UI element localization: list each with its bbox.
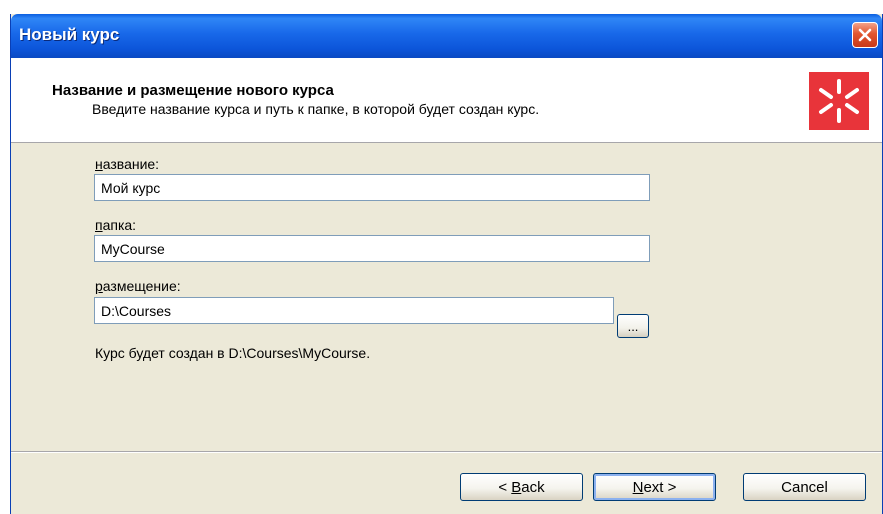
cancel-button[interactable]: Cancel (743, 473, 866, 501)
browse-button[interactable]: ... (617, 314, 649, 338)
header-subtitle: Введите название курса и путь к папке, в… (92, 101, 540, 117)
title-bar[interactable]: Новый курс (11, 14, 882, 58)
window-title: Новый курс (19, 25, 120, 44)
close-button[interactable] (852, 22, 878, 48)
back-button[interactable]: < Back (460, 473, 583, 501)
wizard-header: Название и размещение нового курса Введи… (11, 58, 882, 143)
footer-divider (11, 451, 882, 453)
asterisk-logo-icon (809, 72, 869, 130)
next-button[interactable]: Next > (593, 473, 716, 501)
folder-input[interactable] (94, 235, 650, 262)
course-name-input[interactable] (94, 174, 650, 201)
header-title: Название и размещение нового курса (52, 82, 334, 99)
course-name-label: название: (95, 156, 160, 172)
course-path-info: Курс будет создан в D:\Courses\MyCourse. (95, 345, 371, 361)
folder-label: папка: (95, 217, 137, 233)
location-input[interactable] (94, 297, 614, 324)
close-icon (858, 28, 872, 42)
location-label: размещение: (95, 278, 181, 294)
new-course-dialog: Новый курс Название и размещение нового … (10, 14, 883, 514)
